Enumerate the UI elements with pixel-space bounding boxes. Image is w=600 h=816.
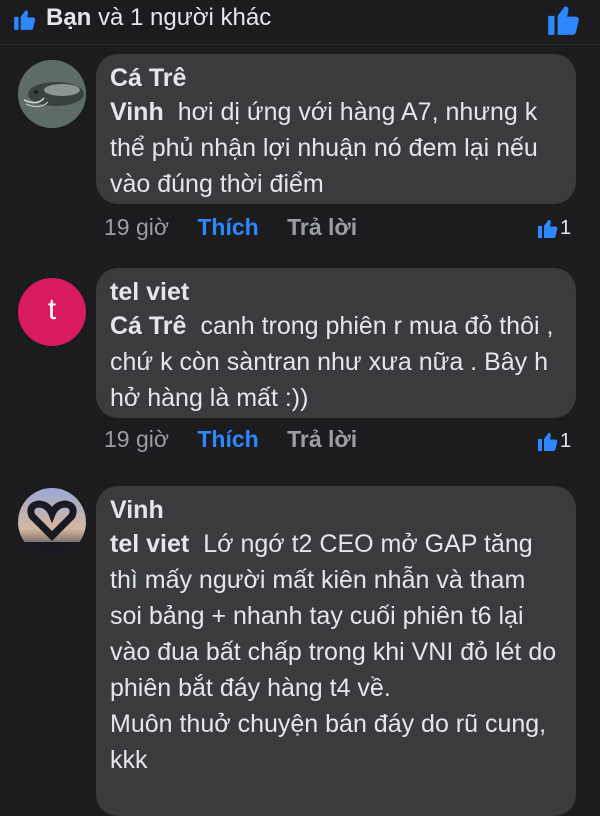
comment-bubble: Cá Trê Vinh hơi dị ứng với hàng A7, nhưng… — [96, 54, 576, 204]
comment-item: Cá Trê Vinh hơi dị ứng với hàng A7, nhưng… — [0, 54, 600, 250]
header-divider — [0, 44, 600, 45]
like-button-icon[interactable] — [544, 0, 584, 38]
comment-text: tel viet Lớ ngớ t2 CEO mở GAP tăng thì mấ… — [110, 526, 562, 706]
thumbs-up-icon — [538, 433, 558, 451]
avatar-letter: t — [47, 293, 57, 326]
comment-time: 19 giờ — [104, 214, 169, 240]
comment-author[interactable]: tel viet — [110, 276, 562, 308]
reaction-count[interactable]: 1 — [536, 429, 576, 455]
reactions-summary-bar[interactable]: Bạn và 1 người khác — [0, 0, 600, 40]
reaction-number: 1 — [560, 217, 572, 239]
comment-body-line2: Muôn thuở chuyện bán đáy do rũ cung, kkk — [110, 710, 547, 774]
comment-author[interactable]: Vinh — [110, 494, 562, 526]
reaction-count[interactable]: 1 — [536, 216, 576, 242]
mention-tag[interactable]: Cá Trê — [110, 312, 186, 340]
comment-actions: 19 giờ Thích Trả lời — [104, 426, 357, 453]
reactions-summary-text[interactable]: Bạn và 1 người khác — [46, 4, 271, 32]
reply-link[interactable]: Trả lời — [287, 426, 357, 452]
comment-author[interactable]: Cá Trê — [110, 62, 562, 94]
comment-bubble: tel viet Cá Trê canh trong phiên r mua đỏ… — [96, 268, 576, 418]
avatar[interactable] — [18, 488, 86, 556]
avatar[interactable] — [18, 60, 86, 128]
mention-tag[interactable]: Vinh — [110, 98, 164, 126]
comment-text: Vinh hơi dị ứng với hàng A7, nhưng k thể … — [110, 94, 562, 202]
reply-link[interactable]: Trả lời — [287, 214, 357, 240]
thumbs-up-icon — [538, 220, 558, 238]
catfish-avatar-image — [18, 60, 86, 128]
comment-bubble: Vinh tel viet Lớ ngớ t2 CEO mở GAP tăng t… — [96, 486, 576, 816]
comment-time: 19 giờ — [104, 426, 169, 452]
mention-tag[interactable]: tel viet — [110, 530, 189, 558]
comment-text: Cá Trê canh trong phiên r mua đỏ thôi , c… — [110, 308, 562, 416]
avatar[interactable]: t — [18, 278, 86, 346]
like-link[interactable]: Thích — [197, 426, 258, 452]
comment-actions: 19 giờ Thích Trả lời — [104, 214, 357, 241]
summary-others: và 1 người khác — [91, 4, 272, 31]
comment-item: t tel viet Cá Trê canh trong phiên r mua … — [0, 268, 600, 468]
reaction-number: 1 — [560, 430, 572, 452]
comment-item: Vinh tel viet Lớ ngớ t2 CEO mở GAP tăng t… — [0, 486, 600, 816]
heart-hands-avatar-image — [18, 488, 86, 556]
summary-you: Bạn — [46, 4, 92, 31]
like-link[interactable]: Thích — [197, 214, 258, 240]
thumbs-up-icon — [14, 10, 36, 30]
comment-body: hơi dị ứng với hàng A7, nhưng k thể phủ … — [110, 98, 538, 198]
